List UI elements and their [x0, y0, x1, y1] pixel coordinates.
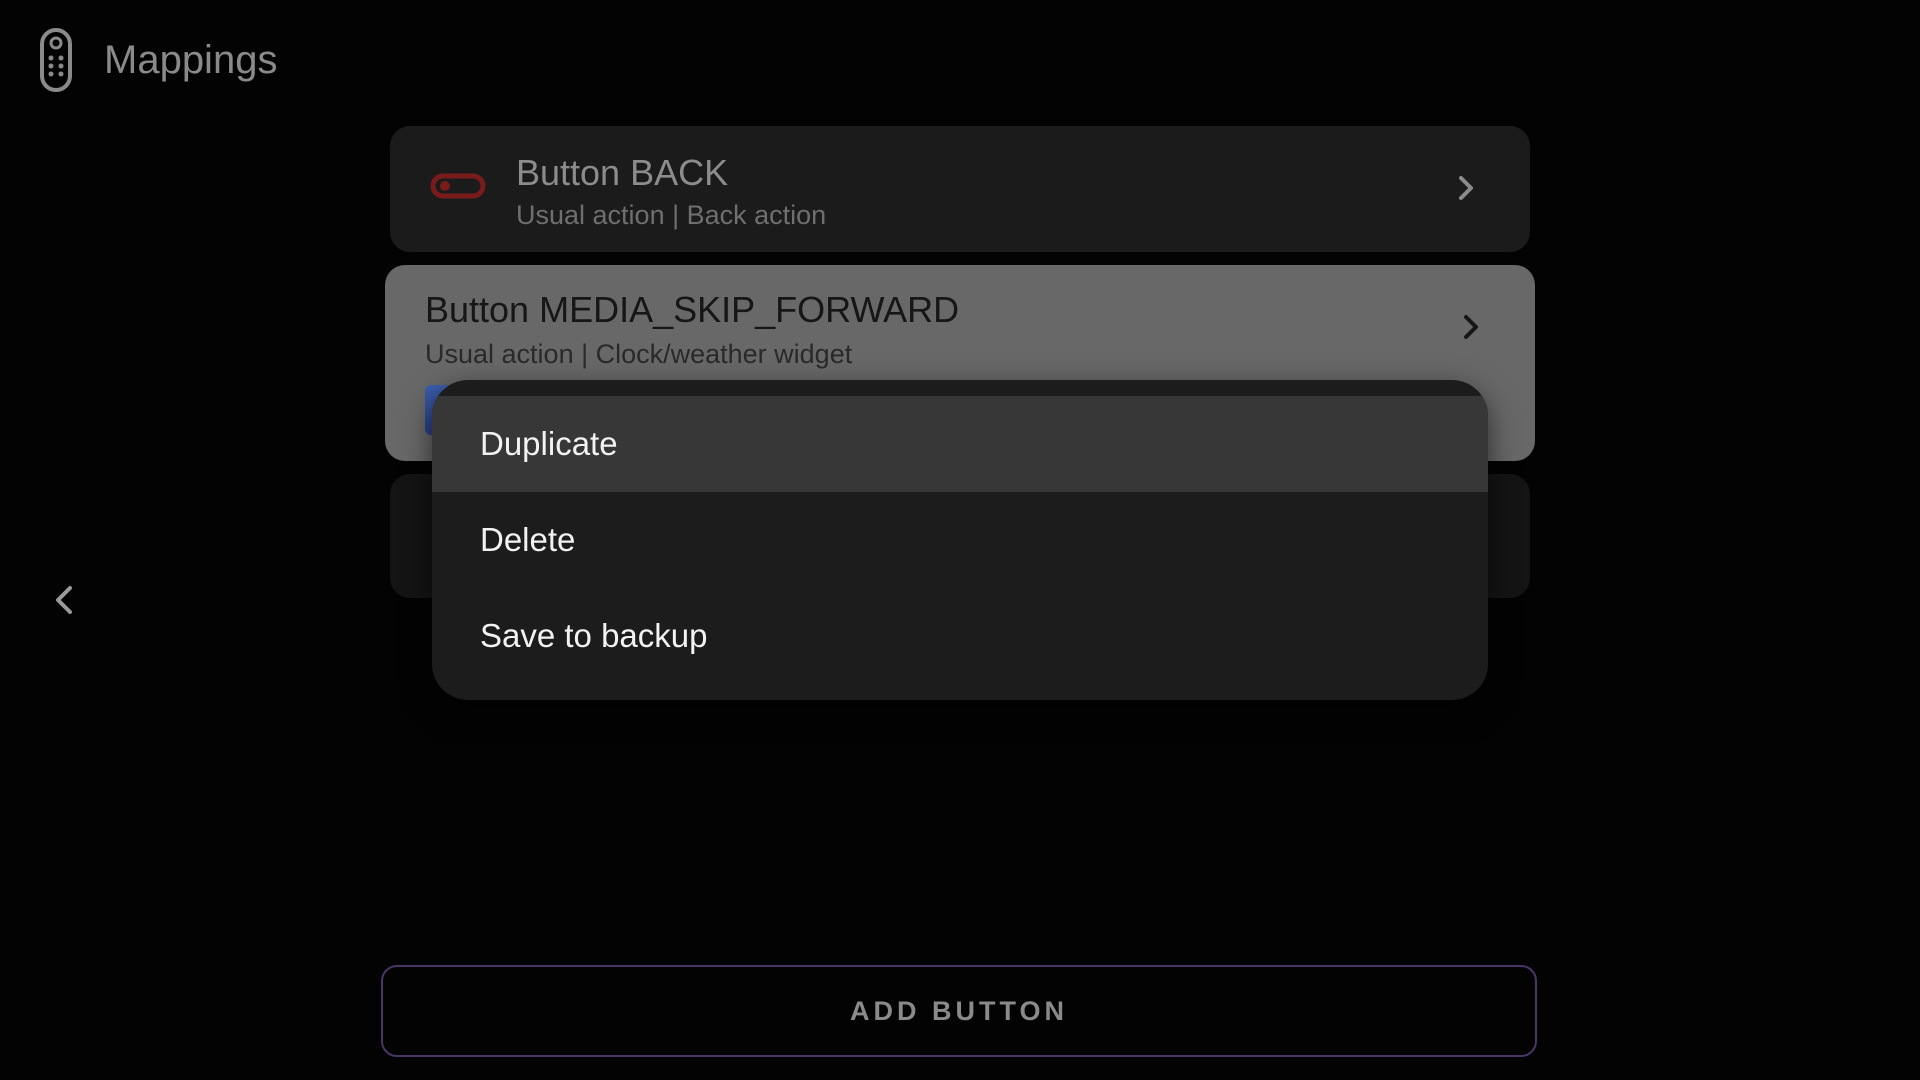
chevron-right-icon [1459, 176, 1473, 200]
mapping-subtitle: Usual action | Clock/weather widget [425, 339, 853, 369]
remote-control-icon [40, 28, 72, 92]
context-menu: Duplicate Delete Save to backup [432, 380, 1488, 700]
toggle-off-icon[interactable] [430, 166, 486, 206]
mapping-title: Button BACK [516, 152, 729, 193]
mapping-item-back[interactable]: Button BACK Usual action | Back action [390, 126, 1530, 252]
mapping-title: Button MEDIA_SKIP_FORWARD [425, 289, 960, 330]
menu-item-save-to-backup[interactable]: Save to backup [432, 588, 1488, 684]
add-button[interactable]: ADD BUTTON [381, 965, 1537, 1057]
menu-item-duplicate[interactable]: Duplicate [432, 396, 1488, 492]
header: Mappings [0, 0, 1920, 120]
chevron-right-icon [1464, 315, 1478, 339]
menu-item-delete[interactable]: Delete [432, 492, 1488, 588]
mappings-screen: Mappings Button BACK Usual action | Back… [0, 0, 1920, 1080]
chevron-left-icon[interactable] [48, 580, 80, 620]
page-title: Mappings [104, 38, 278, 82]
mapping-subtitle: Usual action | Back action [516, 200, 827, 230]
